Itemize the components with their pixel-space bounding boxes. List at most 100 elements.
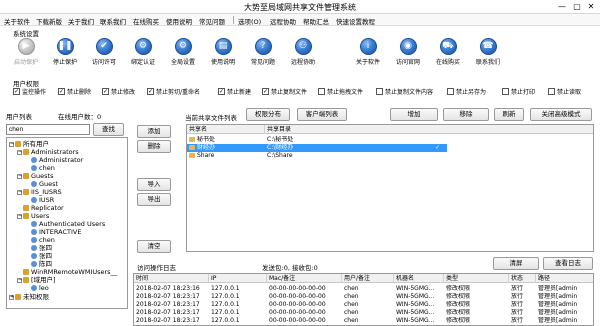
faq-label: 常见问题 xyxy=(250,59,275,66)
col-machine[interactable]: 机器名 xyxy=(394,274,444,283)
add-user-button[interactable]: 添加 xyxy=(137,125,171,138)
log-row[interactable]: 2018-02-07 18:23:17 127.0.0.1 00-00-00-0… xyxy=(134,309,593,317)
share-row-selected[interactable]: 财经办 C:\财经办 ✓ xyxy=(187,144,447,152)
permission-distribution-button[interactable]: 权限分布 xyxy=(246,108,290,121)
about-software-button[interactable]: i 关于软件 xyxy=(350,38,386,68)
perm-no-drag-file-checkbox[interactable] xyxy=(318,88,325,95)
log-time: 2018-02-07 18:23:17 xyxy=(136,293,200,300)
remove-share-button[interactable]: 移除 xyxy=(443,108,489,121)
remote-assist-button[interactable]: ⚇ 远程协助 xyxy=(285,38,321,68)
menu-about-us[interactable]: 关于我们 xyxy=(68,16,94,26)
collapse-icon[interactable]: − xyxy=(17,213,22,219)
online-buy-button[interactable]: ⛟ 在线购买 xyxy=(430,38,466,68)
import-button[interactable]: 导入 xyxy=(137,178,171,191)
access-icon: ✔ xyxy=(95,38,113,55)
log-table: 时间 IP Mac/备注 用户/备注 机器名 类型 状态 路径 2018-02-… xyxy=(133,273,594,326)
col-path[interactable]: 路径 xyxy=(536,274,593,283)
tree-node-leo[interactable]: leo xyxy=(31,284,49,293)
delete-user-button[interactable]: 删除 xyxy=(137,140,171,153)
client-list-button[interactable]: 客户端列表 xyxy=(297,108,347,121)
menu-about[interactable]: 关于软件 xyxy=(4,16,30,26)
collapse-icon[interactable]: − xyxy=(17,149,22,155)
perm-no-read-checkbox[interactable] xyxy=(548,88,555,95)
col-time[interactable]: 时间 xyxy=(134,274,209,283)
col-type[interactable]: 类型 xyxy=(444,274,509,283)
pause-icon: ❚❚ xyxy=(56,38,74,55)
menu-contact[interactable]: 联系我们 xyxy=(100,16,126,26)
start-protect-button[interactable]: ▶ 启动保护 xyxy=(8,38,44,68)
col-ip[interactable]: IP xyxy=(209,274,267,283)
menu-remote[interactable]: 远程协助 xyxy=(270,16,296,26)
log-row[interactable]: 2018-02-07 18:23:16 127.0.0.1 00-00-00-0… xyxy=(134,285,593,293)
bind-auth-button[interactable]: ⚙ 绑定认证 xyxy=(125,38,161,68)
col-share-name[interactable]: 共享名 xyxy=(187,125,265,134)
menu-help[interactable]: 帮助汇总 xyxy=(303,16,329,26)
group-icon xyxy=(23,213,29,219)
expand-icon[interactable]: + xyxy=(9,294,14,300)
col-user[interactable]: 用户/备注 xyxy=(342,274,394,283)
menu-faq[interactable]: 常见问题 xyxy=(199,16,225,26)
maximize-icon[interactable]: ▢ xyxy=(570,1,584,12)
tree-node-unknown[interactable]: + 未知权限 xyxy=(9,293,49,302)
minimize-icon[interactable]: — xyxy=(555,1,569,12)
log-user: chen xyxy=(344,309,359,316)
log-ip: 127.0.0.1 xyxy=(211,301,240,308)
collapse-icon[interactable]: − xyxy=(17,189,22,195)
menu-buy[interactable]: 在线购买 xyxy=(133,16,159,26)
faq-icon: ? xyxy=(254,38,272,55)
user-icon xyxy=(31,165,37,171)
perm-no-delete-label: 禁止删除 xyxy=(67,89,92,96)
close-icon[interactable]: ✕ xyxy=(584,1,598,12)
user-icon xyxy=(31,285,37,291)
collapse-icon[interactable]: − xyxy=(17,277,22,283)
view-log-button[interactable]: 查看日志 xyxy=(543,257,593,270)
menu-options[interactable]: 选项(O) xyxy=(238,16,261,26)
log-row[interactable]: 2018-02-07 18:23:17 127.0.0.1 00-00-00-0… xyxy=(134,317,593,325)
menu-download[interactable]: 下载新版 xyxy=(36,16,62,26)
menu-manual[interactable]: 使用说明 xyxy=(166,16,192,26)
log-time: 2018-02-07 18:23:16 xyxy=(136,285,200,292)
global-settings-button[interactable]: ⚙ 全局设置 xyxy=(165,38,201,68)
user-icon xyxy=(31,253,37,259)
about-icon: i xyxy=(359,38,377,55)
perm-no-delete-checkbox[interactable]: ✓ xyxy=(58,88,65,95)
user-icon xyxy=(31,237,37,243)
perm-no-copy-content-checkbox[interactable] xyxy=(376,88,383,95)
log-path: 管理员[admin xyxy=(538,285,578,292)
perm-monitor-checkbox[interactable]: ✓ xyxy=(13,88,20,95)
log-row[interactable]: 2018-02-07 18:23:17 127.0.0.1 00-00-00-0… xyxy=(134,301,593,309)
perm-no-create-checkbox[interactable]: ✓ xyxy=(218,88,225,95)
user-icon xyxy=(31,197,37,203)
faq-button[interactable]: ? 常见问题 xyxy=(245,38,281,68)
col-status[interactable]: 状态 xyxy=(509,274,536,283)
visit-website-button[interactable]: ◉ 访问官网 xyxy=(390,38,426,68)
clear-button[interactable]: 清空 xyxy=(137,240,171,253)
col-mac[interactable]: Mac/备注 xyxy=(267,274,342,283)
website-icon: ◉ xyxy=(399,38,417,55)
perm-no-cut-rename-checkbox[interactable]: ✓ xyxy=(147,88,154,95)
share-row[interactable]: 秘书处 C:\秘书处 xyxy=(187,136,447,144)
contact-us-button[interactable]: ☎ 联系我们 xyxy=(470,38,506,68)
perm-no-save-as-checkbox[interactable] xyxy=(447,88,454,95)
refresh-button[interactable]: 刷新 xyxy=(494,108,524,121)
close-advanced-mode-button[interactable]: 关闭高级模式 xyxy=(530,108,592,121)
perm-no-copy-file-checkbox[interactable]: ✓ xyxy=(262,88,269,95)
share-dir: C:\秘书处 xyxy=(267,136,294,143)
find-button[interactable]: 查找 xyxy=(93,123,124,136)
collapse-icon[interactable]: − xyxy=(17,173,22,179)
stop-protect-button[interactable]: ❚❚ 停止保护 xyxy=(47,38,83,68)
manual-button[interactable]: ▤ 使用说明 xyxy=(205,38,241,68)
collapse-icon[interactable]: − xyxy=(9,141,14,147)
log-time: 2018-02-07 18:23:17 xyxy=(136,317,200,324)
add-share-button[interactable]: 增加 xyxy=(390,108,438,121)
col-share-dir[interactable]: 共享目录 xyxy=(265,125,593,134)
share-row[interactable]: Share C:\Share xyxy=(187,152,447,160)
clear-screen-button[interactable]: 清屏 xyxy=(493,257,539,270)
user-search-input[interactable] xyxy=(6,124,90,135)
access-permit-button[interactable]: ✔ 访问许可 xyxy=(86,38,122,68)
perm-no-print-checkbox[interactable] xyxy=(502,88,509,95)
menu-tutorial[interactable]: 快速设置教程 xyxy=(336,16,375,26)
export-button[interactable]: 导出 xyxy=(137,193,171,206)
log-row[interactable]: 2018-02-07 18:23:17 127.0.0.1 00-00-00-0… xyxy=(134,293,593,301)
perm-no-modify-checkbox[interactable]: ✓ xyxy=(102,88,109,95)
